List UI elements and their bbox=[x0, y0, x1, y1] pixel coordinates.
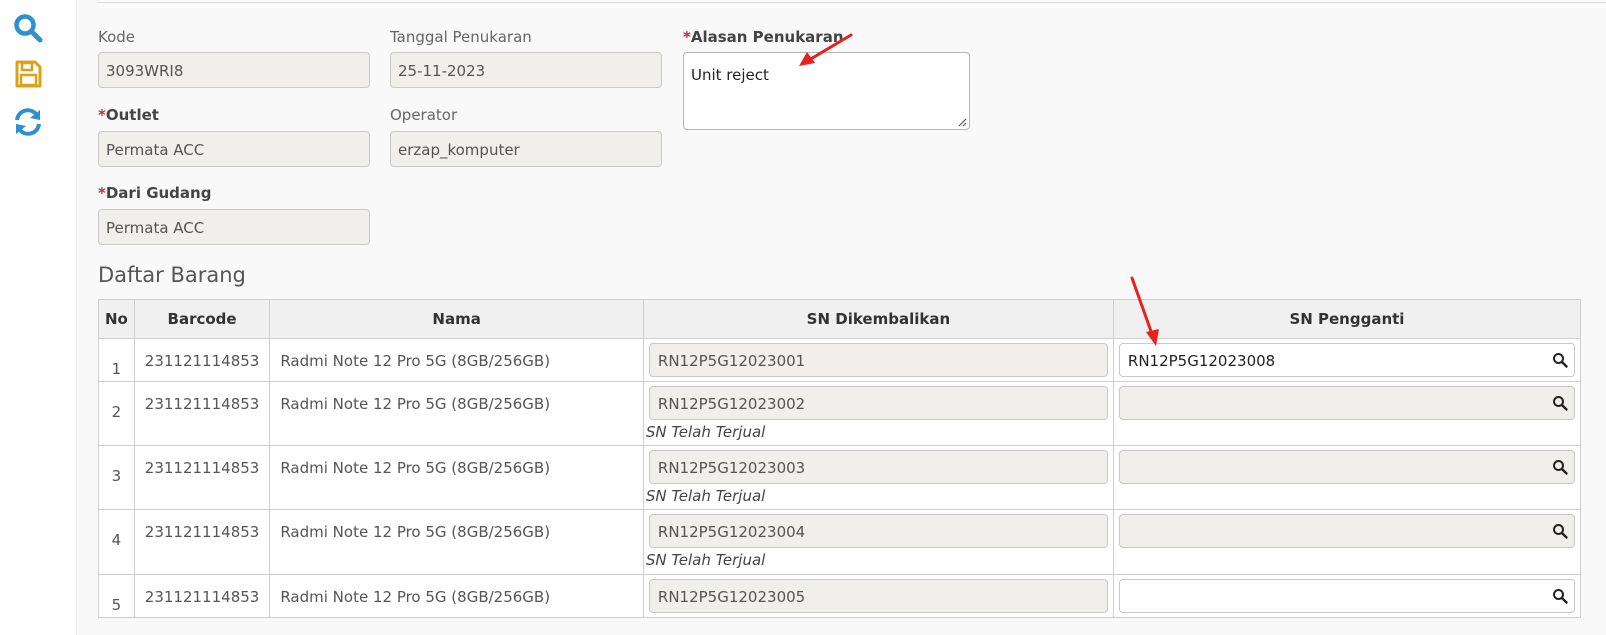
sn-replacement-input bbox=[1118, 450, 1575, 484]
sn-replacement-input[interactable] bbox=[1118, 579, 1575, 613]
sn-replacement-input bbox=[1118, 514, 1575, 548]
cell-nama: Radmi Note 12 Pro 5G (8GB/256GB) bbox=[269, 509, 644, 575]
operator-field: erzap_komputer bbox=[390, 131, 662, 167]
cell-sn-dikembalikan: RN12P5G12023003 SN Telah Terjual bbox=[642, 445, 1114, 510]
tanggal-label: Tanggal Penukaran bbox=[390, 28, 532, 46]
cell-no: 2 bbox=[98, 381, 135, 446]
cell-nama: Radmi Note 12 Pro 5G (8GB/256GB) bbox=[269, 574, 644, 618]
kode-label: Kode bbox=[98, 28, 136, 46]
kode-field: 3093WRI8 bbox=[98, 52, 370, 88]
cell-sn-pengganti bbox=[1112, 574, 1582, 618]
operator-label: Operator bbox=[390, 106, 458, 124]
search-icon[interactable] bbox=[1552, 588, 1568, 604]
refresh-icon[interactable] bbox=[12, 106, 44, 138]
cell-barcode: 231121114853 bbox=[133, 574, 271, 618]
cell-barcode: 231121114853 bbox=[133, 509, 271, 575]
cell-no: 4 bbox=[98, 509, 135, 575]
required-star: * bbox=[98, 184, 106, 202]
outlet-label: *Outlet bbox=[98, 106, 159, 124]
cell-sn-pengganti: RN12P5G12023008 bbox=[1112, 338, 1582, 382]
cell-no: 1 bbox=[98, 338, 135, 382]
tanggal-field: 25-11-2023 bbox=[390, 52, 662, 88]
sn-returned-field: RN12P5G12023003 bbox=[648, 450, 1108, 484]
required-star: * bbox=[683, 28, 691, 46]
sn-replacement-value: RN12P5G12023008 bbox=[1127, 352, 1276, 370]
cell-no: 3 bbox=[98, 445, 135, 510]
sn-returned-field: RN12P5G12023005 bbox=[648, 579, 1108, 613]
sn-returned-field: RN12P5G12023001 bbox=[648, 343, 1108, 377]
sn-sold-note: SN Telah Terjual bbox=[645, 551, 766, 569]
resize-grip-icon[interactable] bbox=[957, 117, 967, 127]
alasan-label-text: Alasan Penukaran bbox=[690, 28, 844, 46]
cell-sn-dikembalikan: RN12P5G12023005 bbox=[642, 574, 1114, 618]
search-icon[interactable] bbox=[12, 12, 44, 44]
cell-sn-pengganti bbox=[1112, 445, 1582, 510]
outlet-label-text: Outlet bbox=[105, 106, 159, 124]
col-header-nama: Nama bbox=[269, 299, 644, 339]
col-header-sn-pengganti: SN Pengganti bbox=[1112, 299, 1582, 339]
sn-returned-field: RN12P5G12023002 bbox=[648, 386, 1108, 420]
cell-nama: Radmi Note 12 Pro 5G (8GB/256GB) bbox=[269, 338, 644, 382]
sn-replacement-input bbox=[1118, 386, 1575, 420]
cell-nama: Radmi Note 12 Pro 5G (8GB/256GB) bbox=[269, 445, 644, 510]
gudang-label: *Dari Gudang bbox=[98, 184, 211, 202]
cell-sn-dikembalikan: RN12P5G12023001 bbox=[642, 338, 1114, 382]
table-row: 4 231121114853 Radmi Note 12 Pro 5G (8GB… bbox=[98, 509, 1582, 575]
search-icon[interactable] bbox=[1552, 352, 1568, 368]
section-title: Daftar Barang bbox=[98, 263, 246, 287]
table-row: 2 231121114853 Radmi Note 12 Pro 5G (8GB… bbox=[98, 381, 1582, 446]
sn-returned-field: RN12P5G12023004 bbox=[648, 514, 1108, 548]
alasan-value: Unit reject bbox=[691, 66, 769, 84]
cell-nama: Radmi Note 12 Pro 5G (8GB/256GB) bbox=[269, 381, 644, 446]
alasan-textarea[interactable]: Unit reject bbox=[683, 52, 970, 130]
gudang-field: Permata ACC bbox=[98, 209, 370, 245]
col-header-no: No bbox=[98, 299, 135, 339]
cell-barcode: 231121114853 bbox=[133, 381, 271, 446]
items-table: No Barcode Nama SN Dikembalikan SN Pengg… bbox=[98, 299, 1582, 618]
outlet-field: Permata ACC bbox=[98, 131, 370, 167]
sn-sold-note: SN Telah Terjual bbox=[645, 487, 766, 505]
table-row: 3 231121114853 Radmi Note 12 Pro 5G (8GB… bbox=[98, 445, 1582, 510]
search-icon[interactable] bbox=[1552, 395, 1568, 411]
gudang-label-text: Dari Gudang bbox=[105, 184, 212, 202]
cell-no: 5 bbox=[98, 574, 135, 618]
search-icon[interactable] bbox=[1552, 523, 1568, 539]
required-star: * bbox=[98, 106, 106, 124]
col-header-sn-dikembalikan: SN Dikembalikan bbox=[642, 299, 1114, 339]
cell-sn-pengganti bbox=[1112, 381, 1582, 446]
sn-sold-note: SN Telah Terjual bbox=[645, 423, 766, 441]
cell-barcode: 231121114853 bbox=[133, 338, 271, 382]
left-toolbar bbox=[0, 0, 77, 635]
top-divider bbox=[97, 2, 1606, 3]
col-header-barcode: Barcode bbox=[133, 299, 271, 339]
cell-sn-pengganti bbox=[1112, 509, 1582, 575]
search-icon[interactable] bbox=[1552, 459, 1568, 475]
cell-sn-dikembalikan: RN12P5G12023002 SN Telah Terjual bbox=[642, 381, 1114, 446]
alasan-label: *Alasan Penukaran bbox=[683, 28, 844, 46]
table-row: 5 231121114853 Radmi Note 12 Pro 5G (8GB… bbox=[98, 574, 1582, 618]
cell-sn-dikembalikan: RN12P5G12023004 SN Telah Terjual bbox=[642, 509, 1114, 575]
floppy-disk-icon[interactable] bbox=[12, 58, 44, 90]
table-row: 1 231121114853 Radmi Note 12 Pro 5G (8GB… bbox=[98, 338, 1582, 382]
cell-barcode: 231121114853 bbox=[133, 445, 271, 510]
sn-replacement-input[interactable]: RN12P5G12023008 bbox=[1118, 343, 1575, 377]
table-header-row: No Barcode Nama SN Dikembalikan SN Pengg… bbox=[98, 299, 1582, 339]
